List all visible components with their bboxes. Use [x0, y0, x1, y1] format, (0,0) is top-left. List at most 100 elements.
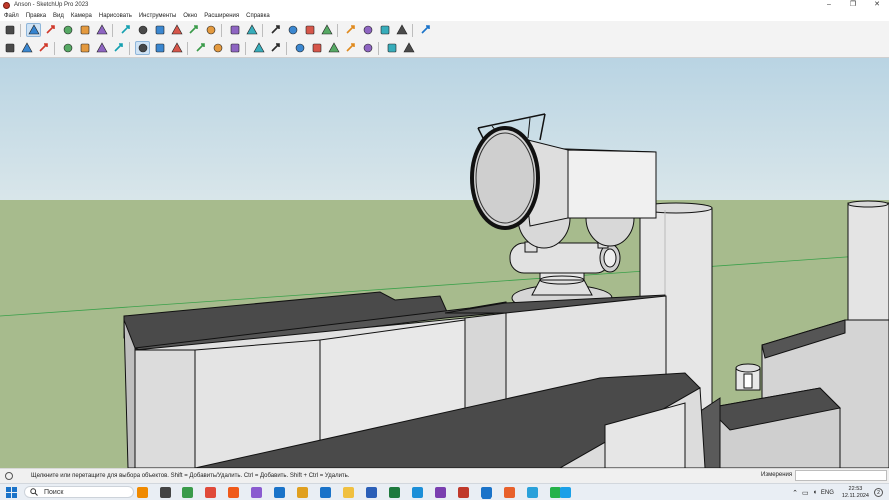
measurements-input[interactable]: [795, 470, 887, 481]
app-icon[interactable]: [274, 487, 285, 498]
eraser-tool-button[interactable]: [43, 23, 58, 37]
xray-tool-button[interactable]: [60, 41, 75, 55]
top-view-tool-button[interactable]: [309, 41, 324, 55]
cloud-download-icon: [213, 43, 222, 53]
minimize-button[interactable]: –: [817, 0, 841, 10]
follow-me-tool-button[interactable]: [135, 23, 150, 37]
hidden-line-tool-button[interactable]: [111, 41, 126, 55]
cloud-left-tool-button[interactable]: [384, 41, 399, 55]
refresh-app-icon[interactable]: [182, 487, 193, 498]
back-edges-tool-button[interactable]: [77, 41, 92, 55]
cloud-download-tool-button[interactable]: [210, 41, 225, 55]
extension-icon: [363, 25, 372, 35]
word-icon[interactable]: [366, 487, 377, 498]
skype-icon[interactable]: [560, 487, 571, 498]
menu-view[interactable]: Вид: [53, 13, 64, 19]
arc-tool-button[interactable]: [77, 23, 92, 37]
menu-help[interactable]: Справка: [246, 13, 270, 19]
telegram-icon[interactable]: [527, 487, 538, 498]
cloud-sync-tool-button[interactable]: [227, 41, 242, 55]
menu-window[interactable]: Окно: [183, 13, 197, 19]
monochrome-tool-button[interactable]: [169, 41, 184, 55]
vlc-icon[interactable]: [137, 487, 148, 498]
menu-extensions[interactable]: Расширения: [204, 13, 239, 19]
wireframe-tool-button[interactable]: [94, 41, 109, 55]
iso-view-tool-button[interactable]: [292, 41, 307, 55]
windows-start-icon[interactable]: [6, 487, 17, 498]
measurements-label: Измерения: [761, 472, 793, 478]
gear-tool-button[interactable]: [19, 41, 34, 55]
extension-tool-button[interactable]: [360, 23, 375, 37]
style-builder-tool-button[interactable]: [394, 23, 409, 37]
right-view-tool-button[interactable]: [343, 41, 358, 55]
tape-measure-tool-button[interactable]: [227, 23, 242, 37]
cancel-tool-button[interactable]: [36, 41, 51, 55]
taskview-icon[interactable]: [160, 487, 171, 498]
window-controls: – ❐ ✕: [817, 0, 889, 10]
push-pull-tool-button[interactable]: [118, 23, 133, 37]
maximize-button[interactable]: ❐: [841, 0, 865, 10]
account-tool-button[interactable]: [418, 23, 433, 37]
tape-measure-icon: [230, 25, 239, 35]
front-view-tool-button[interactable]: [326, 41, 341, 55]
system-tray: ⌃ ▭ ◖ ENG 22:53 12.11.2024 2: [792, 484, 883, 501]
guide-line-tool-button[interactable]: [268, 41, 283, 55]
info-icon[interactable]: [5, 472, 13, 480]
explorer-icon[interactable]: [343, 487, 354, 498]
zoom-tool-button[interactable]: [2, 23, 17, 37]
zoom-extents-tool-button[interactable]: [319, 23, 334, 37]
cloud-upload-tool-button[interactable]: [193, 41, 208, 55]
pencil-line-tool-button[interactable]: [60, 23, 75, 37]
app-icon[interactable]: [251, 487, 262, 498]
chrome-icon[interactable]: [205, 487, 216, 498]
outlook-icon[interactable]: [320, 487, 331, 498]
sketchup-icon[interactable]: [481, 487, 492, 498]
toolbar-separator: [286, 41, 287, 55]
rectangle-tool-button[interactable]: [94, 23, 109, 37]
warehouse-tool-button[interactable]: [343, 23, 358, 37]
chevron-up-icon[interactable]: ⌃: [792, 489, 798, 497]
pencil-line-icon: [63, 25, 72, 35]
zoom-extents-icon: [320, 24, 333, 35]
menu-edit[interactable]: Правка: [26, 13, 46, 19]
clock[interactable]: 22:53 12.11.2024: [842, 486, 869, 500]
taskbar-search[interactable]: Поиск: [24, 486, 134, 498]
drawing-viewport[interactable]: [0, 58, 889, 468]
paint-bucket-tool-button[interactable]: [244, 23, 259, 37]
app-icon[interactable]: [458, 487, 469, 498]
excel-icon[interactable]: [389, 487, 400, 498]
notification-badge[interactable]: 2: [874, 488, 883, 497]
zoom-window-tool-button[interactable]: [302, 23, 317, 37]
back-view-tool-button[interactable]: [360, 41, 375, 55]
menu-file[interactable]: Файл: [4, 13, 19, 19]
shaded-tool-button[interactable]: [135, 41, 150, 55]
close-button[interactable]: ✕: [865, 0, 889, 10]
menu-camera[interactable]: Камера: [71, 13, 92, 19]
app-icon[interactable]: [297, 487, 308, 498]
rotate-tool-button[interactable]: [169, 23, 184, 37]
pan-tool-button[interactable]: [285, 23, 300, 37]
zoom-window-icon: [305, 25, 314, 35]
orbit-tool-button[interactable]: [268, 23, 283, 37]
open-folder-tool-button[interactable]: [2, 41, 17, 55]
cancel-icon: [38, 43, 48, 52]
move-tool-button[interactable]: [152, 23, 167, 37]
main-toolbar: [0, 21, 889, 40]
volume-icon[interactable]: ◖: [813, 489, 817, 496]
firefox-icon[interactable]: [504, 487, 515, 498]
language-indicator[interactable]: ENG: [821, 490, 834, 496]
menu-tools[interactable]: Инструменты: [139, 13, 176, 19]
scale-tool-button[interactable]: [186, 23, 201, 37]
edge-icon[interactable]: [412, 487, 423, 498]
layout-tool-button[interactable]: [377, 23, 392, 37]
select-arrow-tool-button[interactable]: [26, 23, 41, 37]
onenote-icon[interactable]: [435, 487, 446, 498]
network-icon[interactable]: ▭: [802, 489, 809, 497]
brave-icon[interactable]: [228, 487, 239, 498]
offset-tool-button[interactable]: [203, 23, 218, 37]
shaded-textures-tool-button[interactable]: [152, 41, 167, 55]
cloud-right-tool-button[interactable]: [401, 41, 416, 55]
point-tool-button[interactable]: [251, 41, 266, 55]
menu-draw[interactable]: Нарисовать: [99, 13, 132, 19]
toolbar-separator: [337, 23, 338, 37]
